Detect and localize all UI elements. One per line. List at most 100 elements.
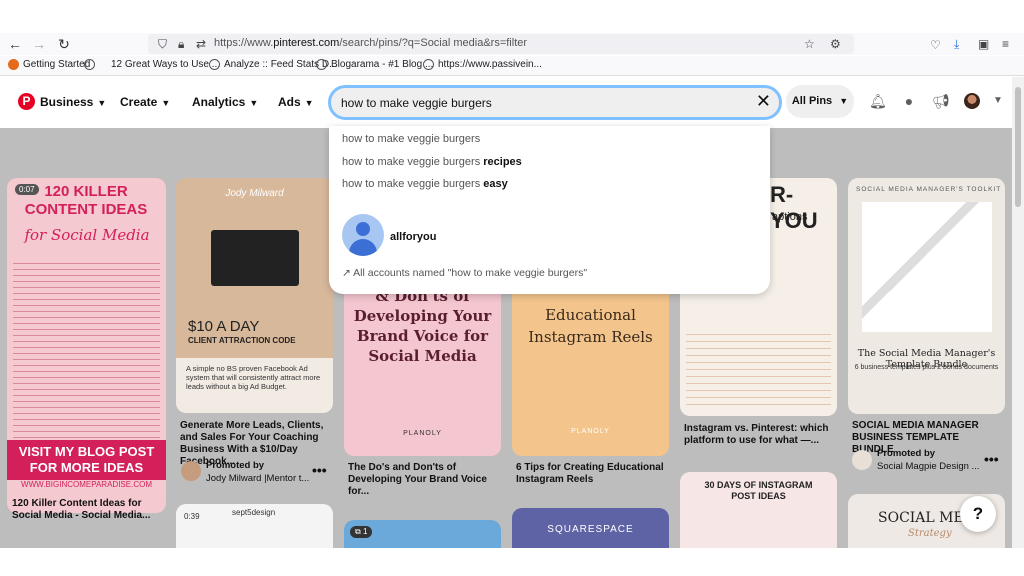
pin-title[interactable]: 6 Tips for Creating Educational Instagra… (516, 462, 666, 486)
laptop-illustration (211, 230, 299, 286)
pin-image-url: WWW.BIGINCOMEPARADISE.COM (21, 480, 152, 489)
back-icon[interactable]: ← (6, 35, 24, 53)
pinterest-logo-icon[interactable]: P (18, 93, 35, 110)
pin-image-text: 6 business templates plus 2 bonus docume… (854, 364, 999, 371)
pocket-icon[interactable]: ♡ (930, 38, 941, 52)
more-options-icon[interactable]: ••• (312, 462, 327, 478)
suggestion-item[interactable]: how to make veggie burgers easy (342, 178, 508, 190)
all-accounts-link[interactable]: ↗ All accounts named "how to make veggie… (342, 267, 587, 279)
search-suggestions-dropdown: how to make veggie burgers how to make v… (329, 126, 770, 294)
pin-image[interactable]: SOCIAL MEDIA MANAGER'S TOOLKIT The Socia… (848, 178, 1005, 414)
page-scrollbar[interactable] (1012, 77, 1024, 548)
extension-icon[interactable]: ⚙ (830, 37, 841, 51)
pin-image[interactable]: Educational Instagram Reels PLANOLY (512, 278, 669, 456)
menu-label: Business (40, 95, 94, 109)
download-icon[interactable]: ⤓ (954, 37, 959, 51)
star-icon[interactable]: ☆ (804, 37, 815, 51)
pin-title[interactable]: Instagram vs. Pinterest: which platform … (684, 423, 834, 447)
shield-icon[interactable]: ⛉ (158, 37, 167, 51)
pin-image[interactable]: ⧉ 1 (344, 520, 501, 548)
pin-image-text: VISIT MY BLOG POST FOR MORE IDEAS (7, 440, 166, 480)
avatar[interactable] (181, 461, 201, 481)
clear-search-icon[interactable]: ✕ (756, 91, 771, 112)
bookmark-item[interactable]: Blogarama - #1 Blog ... (316, 59, 433, 70)
help-button[interactable]: ? (960, 496, 996, 532)
pin-image[interactable]: & Don'ts of Developing Your Brand Voice … (344, 278, 501, 456)
suggestion-text: how to make veggie burgers (342, 178, 484, 190)
pin-image-text: $10 A DAY (188, 318, 260, 335)
account-name[interactable]: allforyou (390, 231, 436, 243)
bookmarks-bar: Getting Started 12 Great Ways to Use ...… (0, 56, 1024, 76)
bell-icon[interactable]: 🔔︎ (869, 93, 887, 109)
chat-icon[interactable]: ● (901, 93, 917, 109)
pin-image[interactable]: 30 DAYS OF INSTAGRAM POST IDEAS (680, 472, 837, 548)
promoter-name[interactable]: Social Magpie Design ... (877, 461, 979, 473)
pin-image-text: Jody Milward (225, 188, 284, 199)
pin-image-text: Educational Instagram Reels (528, 306, 653, 346)
url-bar[interactable]: ⛉ 🔒︎ ⇄ https://www.pinterest.com/search/… (148, 34, 854, 54)
bookmark-item[interactable]: https://www.passivein... (423, 59, 542, 70)
pin-image-brand: PLANOLY (571, 428, 610, 435)
menu-icon[interactable]: ≡ (1002, 37, 1009, 51)
badge-count: 1 (362, 527, 368, 536)
reload-icon[interactable]: ↻ (55, 35, 73, 53)
suggestion-bold: recipes (483, 156, 522, 168)
pin-image-text: & Don'ts of Developing Your Brand Voice … (353, 287, 492, 365)
suggestion-item[interactable]: how to make veggie burgers recipes (342, 156, 522, 168)
pin-count-badge: ⧉ 1 (350, 526, 373, 538)
pin-image-text: 120 KILLER CONTENT IDEAS (24, 183, 148, 218)
permissions-icon[interactable]: ⇄ (196, 37, 206, 51)
bookmark-label: https://www.passivein... (438, 59, 542, 70)
chevron-down-icon: ▼ (304, 98, 314, 108)
pin-image-text: for Social Media (24, 226, 150, 244)
menu-ads[interactable]: Ads ▼ (278, 95, 314, 109)
avatar[interactable] (964, 93, 980, 109)
bookmark-item[interactable]: Getting Started (8, 59, 90, 70)
search-input[interactable]: how to make veggie burgers ✕ (328, 85, 782, 120)
video-duration-badge: 0:39 (184, 512, 200, 521)
pin-title[interactable]: The Do's and Don'ts of Developing Your B… (348, 462, 498, 498)
all-accounts-text: All accounts named "how to make veggie b… (353, 267, 588, 279)
globe-icon (316, 59, 327, 70)
menu-create[interactable]: Create ▼ (120, 95, 170, 109)
avatar[interactable] (852, 450, 872, 470)
pin-image[interactable]: 0:39 sept5design (176, 504, 333, 548)
pin-image[interactable]: Jody Milward $10 A DAY CLIENT ATTRACTION… (176, 178, 333, 413)
menu-label: Create (120, 95, 158, 109)
pin-image-list (686, 328, 831, 408)
bookmark-item[interactable]: 12 Great Ways to Use ... (84, 59, 220, 70)
pin-image-text: R-YOU (770, 182, 818, 233)
pin-image-text: 30 DAYS OF INSTAGRAM POST IDEAS (704, 480, 813, 501)
pin-image-brand: PLANOLY (403, 430, 442, 437)
menu-business[interactable]: Business ▼ (40, 95, 106, 109)
forward-icon[interactable]: → (30, 35, 48, 53)
chevron-down-icon: ▼ (97, 98, 107, 108)
suggestion-item[interactable]: how to make veggie burgers (342, 133, 480, 145)
menu-label: Ads (278, 95, 301, 109)
chevron-down-icon: ▼ (839, 96, 849, 106)
suggestion-text: how to make veggie burgers (342, 156, 484, 168)
sidebar-icon[interactable]: ▣ (978, 37, 989, 51)
window-bottom (0, 548, 1024, 576)
menu-analytics[interactable]: Analytics ▼ (192, 95, 258, 109)
scrollbar-thumb[interactable] (1015, 87, 1021, 207)
lock-icon[interactable]: 🔒︎ (178, 37, 184, 51)
pin-image[interactable]: SQUARESPACE (512, 508, 669, 548)
promoted-label: Promoted by (206, 460, 265, 471)
promoter-name[interactable]: Jody Milward |Mentor t... (206, 473, 309, 485)
chevron-down-icon[interactable]: ▼ (990, 93, 1006, 109)
account-avatar[interactable] (342, 214, 384, 256)
search-scope-select[interactable]: All Pins ▼ (786, 85, 854, 118)
window-top (0, 0, 1024, 33)
url-text: https://www.pinterest.com/search/pins/?q… (214, 37, 528, 49)
bookmark-label: Blogarama - #1 Blog ... (331, 59, 434, 70)
more-options-icon[interactable]: ••• (984, 451, 999, 467)
megaphone-icon[interactable]: 📢︎ (932, 93, 950, 109)
menu-label: Analytics (192, 95, 246, 109)
globe-icon (209, 59, 220, 70)
browser-toolbar: ← → ↻ ⛉ 🔒︎ ⇄ https://www.pinterest.com/s… (0, 33, 1024, 55)
template-illustration (862, 202, 992, 332)
pin-image[interactable]: 0:07 120 KILLER CONTENT IDEAS for Social… (7, 178, 166, 513)
suggestion-bold: easy (483, 178, 508, 190)
pin-title[interactable]: 120 Killer Content Ideas for Social Medi… (12, 498, 167, 522)
